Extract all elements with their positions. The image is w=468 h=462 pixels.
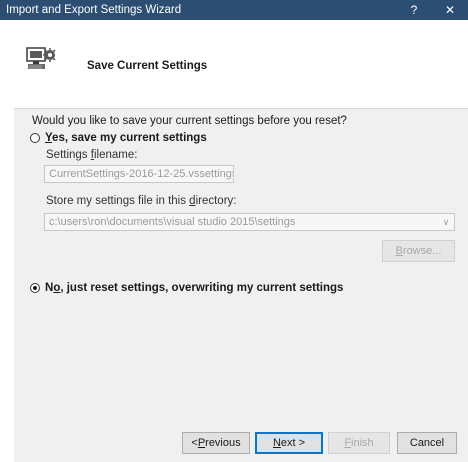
- wizard-body: Would you like to save your current sett…: [14, 109, 468, 423]
- filename-label: Settings filename:: [46, 149, 138, 161]
- directory-value: c:\users\ron\documents\visual studio 201…: [49, 216, 296, 228]
- parent-window-edge: [0, 20, 15, 462]
- directory-label: Store my settings file in this directory…: [46, 195, 237, 207]
- settings-computer-icon: [26, 47, 56, 69]
- save-settings-radio-circle[interactable]: [30, 133, 40, 143]
- close-button[interactable]: ✕: [432, 0, 468, 20]
- previous-button[interactable]: < Previous: [182, 432, 250, 454]
- page-title: Save Current Settings: [87, 60, 208, 72]
- save-settings-radio[interactable]: Yes, save my current settings: [30, 132, 207, 144]
- reset-question: Would you like to save your current sett…: [32, 115, 347, 127]
- browse-button[interactable]: Browse...: [382, 240, 455, 262]
- chevron-down-icon[interactable]: ∨: [441, 217, 451, 227]
- cancel-button[interactable]: Cancel: [397, 432, 457, 454]
- title-bar[interactable]: Import and Export Settings Wizard ? ✕: [0, 0, 468, 20]
- wizard-header: Save Current Settings: [14, 20, 468, 109]
- reset-only-radio[interactable]: No, just reset settings, overwriting my …: [30, 282, 343, 294]
- reset-only-radio-label[interactable]: No, just reset settings, overwriting my …: [45, 282, 343, 294]
- reset-only-radio-circle[interactable]: [30, 283, 40, 293]
- save-settings-radio-label[interactable]: Yes, save my current settings: [45, 132, 207, 144]
- filename-input[interactable]: CurrentSettings-2016-12-25.vssettings: [44, 165, 234, 183]
- window-title: Import and Export Settings Wizard: [6, 4, 182, 16]
- next-button[interactable]: Next >: [255, 432, 323, 454]
- wizard-footer: < Previous Next > Finish Cancel: [14, 423, 468, 462]
- wizard-dialog: Import and Export Settings Wizard ? ✕ Sa…: [0, 0, 468, 462]
- finish-button[interactable]: Finish: [328, 432, 390, 454]
- directory-combobox[interactable]: c:\users\ron\documents\visual studio 201…: [44, 213, 455, 231]
- help-button[interactable]: ?: [396, 0, 432, 20]
- title-bar-buttons: ? ✕: [396, 0, 468, 20]
